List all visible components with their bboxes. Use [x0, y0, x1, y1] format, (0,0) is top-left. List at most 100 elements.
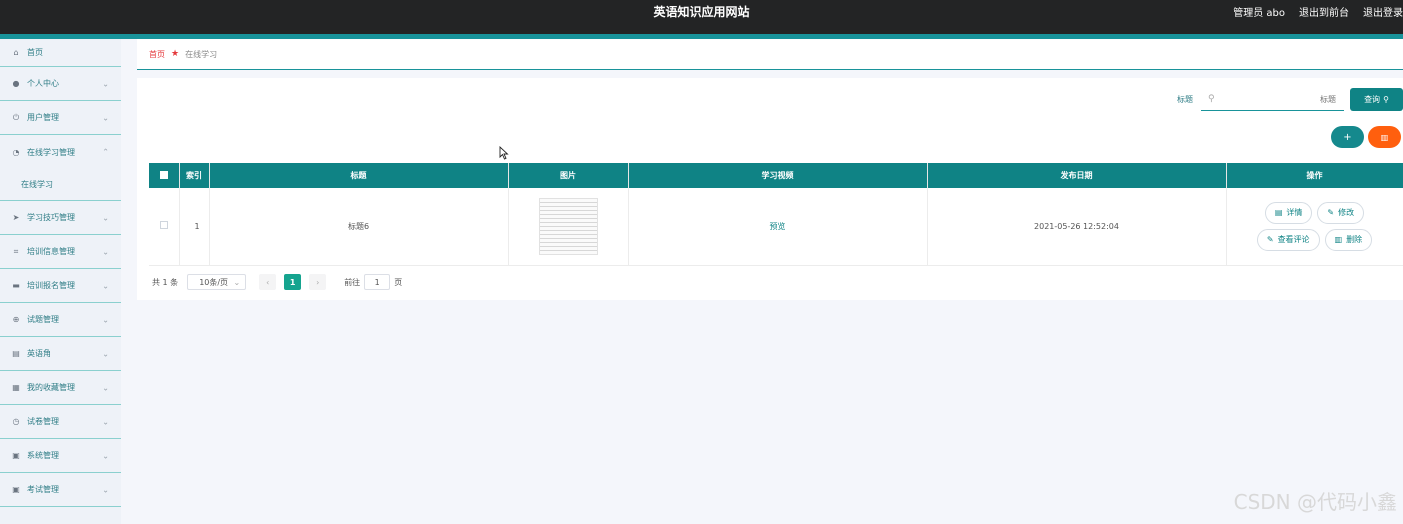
select-all-header — [149, 163, 180, 188]
breadcrumb-home-link[interactable]: 首页 — [149, 49, 165, 60]
page-number-current[interactable]: 1 — [284, 274, 302, 290]
breadcrumb-current: 在线学习 — [185, 49, 218, 59]
sidebar-item-label: 培训报名管理 — [27, 281, 75, 290]
pagination: 共 1 条 10条/页 ⌄ ‹ 1 › 前往 1 页 — [152, 274, 402, 290]
stack-icon: ▦ — [12, 383, 20, 392]
sidebar-item-system-management[interactable]: ▣ 系统管理 ⌄ — [0, 439, 121, 473]
column-header-image: 图片 — [508, 163, 629, 188]
table-row: 1 标题6 预览 2021-05-26 12:52:04 ▤ 详情 ✎ 修改 ✎ 查看… — [149, 188, 1403, 266]
sidebar-item-label: 试题管理 — [27, 315, 59, 324]
sidebar-item-label: 英语角 — [27, 349, 51, 358]
goto-page-input[interactable]: 1 — [364, 274, 391, 290]
video-preview-link[interactable]: 预览 — [770, 222, 786, 231]
sidebar-item-label: 我的收藏管理 — [27, 383, 75, 392]
row-index: 1 — [179, 188, 210, 266]
goto-prefix: 前往 — [344, 277, 361, 287]
sidebar-item-label: 系统管理 — [27, 451, 59, 460]
sidebar-item-label: 个人中心 — [27, 79, 59, 88]
select-all-checkbox[interactable] — [159, 170, 168, 179]
column-header-title: 标题 — [209, 163, 509, 188]
top-bar: 英语知识应用网站 管理员 abo 退出到前台 退出登录 — [0, 0, 1403, 34]
row-image-cell — [508, 188, 629, 266]
search-label: 标题 — [1177, 95, 1193, 104]
goto-suffix: 页 — [394, 277, 403, 287]
page-size-value: 10条/页 — [199, 277, 229, 287]
search-icon: ⚲ — [1208, 94, 1215, 104]
sidebar-item-label: 用户管理 — [27, 113, 59, 122]
sidebar-item-exam-management[interactable]: ▣ 考试管理 ⌄ — [0, 473, 121, 507]
delete-button[interactable]: ▥ 删除 — [1324, 228, 1373, 251]
sidebar-item-study-tips[interactable]: ➤ 学习技巧管理 ⌄ — [0, 201, 121, 235]
clipboard-icon: ▣ — [12, 451, 20, 460]
sidebar-item-label: 试卷管理 — [27, 417, 59, 426]
sidebar-item-exam-paper[interactable]: ◷ 试卷管理 ⌄ — [0, 405, 121, 439]
row-title: 标题6 — [209, 188, 509, 266]
row-date: 2021-05-26 12:52:04 — [927, 188, 1227, 266]
sidebar-item-training-signup[interactable]: ▬ 培训报名管理 ⌄ — [0, 269, 121, 303]
edit-icon: ✎ — [1266, 235, 1274, 245]
chevron-right-icon: › — [316, 277, 320, 287]
site-title: 英语知识应用网站 — [653, 5, 750, 19]
detail-button[interactable]: ▤ 详情 — [1264, 201, 1313, 224]
sidebar-item-label: 培训信息管理 — [27, 247, 75, 256]
chevron-down-icon: ⌄ — [102, 349, 109, 358]
chevron-left-icon: ‹ — [266, 277, 270, 287]
view-comments-button[interactable]: ✎ 查看评论 — [1256, 228, 1320, 251]
search-row: 标题 ⚲ 查询 ⚲ — [1177, 88, 1403, 111]
chevron-down-icon: ⌄ — [102, 247, 109, 256]
sidebar-item-user-management[interactable]: ⏻ 用户管理 ⌄ — [0, 101, 121, 135]
sidebar-item-label: 考试管理 — [27, 485, 59, 494]
sidebar: ⌂ 首页 ● 个人中心 ⌄ ⏻ 用户管理 ⌄ ◔ 在线学习管理 ⌃ 在线学习 ➤… — [0, 39, 121, 524]
edit-button[interactable]: ✎ 修改 — [1317, 201, 1365, 224]
table-header-row: 索引 标题 图片 学习视频 发布日期 操作 — [149, 163, 1403, 188]
row-checkbox[interactable] — [159, 221, 168, 230]
trash-icon: ▥ — [1334, 235, 1343, 245]
chat-icon: ▬ — [12, 281, 20, 290]
prev-page-button[interactable]: ‹ — [259, 274, 277, 290]
column-header-date: 发布日期 — [927, 163, 1227, 188]
globe-icon: ⊕ — [12, 315, 20, 324]
sidebar-item-training-info[interactable]: ⌗ 培训信息管理 ⌄ — [0, 235, 121, 269]
pagination-total: 共 1 条 — [152, 277, 179, 287]
exit-to-front-link[interactable]: 退出到前台 — [1299, 4, 1349, 19]
next-page-button[interactable]: › — [309, 274, 327, 290]
sidebar-subitem-online-learning[interactable]: 在线学习 — [0, 169, 121, 201]
chevron-down-icon: ⌄ — [102, 315, 109, 324]
edit-icon: ✎ — [1327, 208, 1335, 218]
clock-icon: ◷ — [12, 417, 20, 426]
sidebar-item-label: 学习技巧管理 — [27, 213, 75, 222]
search-box: ⚲ — [1201, 89, 1344, 111]
chevron-up-icon: ⌃ — [102, 147, 109, 157]
chevron-down-icon: ⌄ — [233, 277, 241, 287]
breadcrumb: 首页 ★ 在线学习 — [137, 39, 1403, 70]
batch-delete-button[interactable]: ▥ — [1368, 126, 1401, 148]
chevron-down-icon: ⌄ — [102, 383, 109, 392]
document-icon: ▤ — [1274, 208, 1283, 218]
row-video-cell: 预览 — [628, 188, 928, 266]
row-actions-cell: ▤ 详情 ✎ 修改 ✎ 查看评论 ▥ 删除 — [1226, 188, 1403, 266]
view-comments-button-label: 查看评论 — [1277, 235, 1310, 245]
search-input[interactable] — [1209, 94, 1336, 104]
sidebar-item-home[interactable]: ⌂ 首页 — [0, 39, 121, 67]
chevron-down-icon: ⌄ — [102, 451, 109, 460]
column-header-actions: 操作 — [1226, 163, 1403, 188]
chevron-down-icon: ⌄ — [102, 417, 109, 426]
power-icon: ⏻ — [12, 112, 20, 122]
sidebar-item-personal-center[interactable]: ● 个人中心 ⌄ — [0, 67, 121, 101]
sidebar-item-online-learning-management[interactable]: ◔ 在线学习管理 ⌃ — [0, 135, 121, 169]
sidebar-item-english-corner[interactable]: ▤ 英语角 ⌄ — [0, 337, 121, 371]
chevron-down-icon: ⌄ — [102, 281, 109, 290]
send-icon: ➤ — [12, 213, 20, 222]
column-header-index: 索引 — [179, 163, 210, 188]
page-size-select[interactable]: 10条/页 ⌄ — [187, 274, 247, 290]
star-icon: ★ — [171, 49, 180, 59]
add-button[interactable]: + — [1331, 126, 1364, 148]
sidebar-item-my-favorites[interactable]: ▦ 我的收藏管理 ⌄ — [0, 371, 121, 405]
sidebar-item-question-management[interactable]: ⊕ 试题管理 ⌄ — [0, 303, 121, 337]
detail-button-label: 详情 — [1286, 208, 1303, 218]
logout-link[interactable]: 退出登录 — [1363, 4, 1403, 19]
sidebar-item-label: 首页 — [27, 48, 43, 57]
query-button[interactable]: 查询 ⚲ — [1350, 88, 1403, 111]
mouse-cursor-icon — [499, 146, 509, 160]
watermark: CSDN @代码小鑫 — [1233, 490, 1397, 514]
